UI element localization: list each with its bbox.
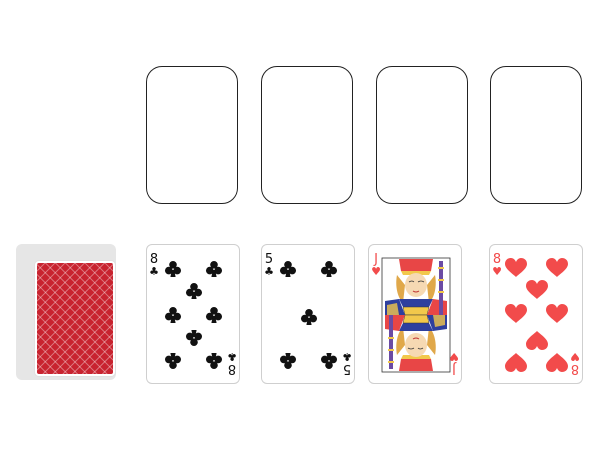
stock-top-card[interactable] bbox=[35, 261, 115, 376]
card-corner-bottom: 8 ♣ bbox=[227, 350, 237, 376]
card-rank: J bbox=[452, 361, 456, 376]
card-rank: 8 bbox=[227, 361, 237, 376]
heart-icon: ♥ bbox=[449, 350, 459, 363]
tableau-card-4[interactable]: 8 ♥ 8 ♥ bbox=[489, 244, 583, 384]
tableau-card-2[interactable]: 5 ♣ 5 ♣ bbox=[261, 244, 355, 384]
card-corner-bottom: 5 ♣ bbox=[342, 350, 352, 376]
card-rank: 5 bbox=[342, 361, 352, 376]
tableau-card-3[interactable]: J ♥ J ♥ bbox=[368, 244, 462, 384]
foundation-slot-4[interactable] bbox=[490, 66, 582, 204]
heart-icon: ♥ bbox=[570, 350, 580, 363]
foundation-slot-1[interactable] bbox=[146, 66, 238, 204]
card-rank: 8 bbox=[570, 361, 580, 376]
club-icon: ♣ bbox=[342, 350, 352, 363]
foundation-slot-2[interactable] bbox=[261, 66, 353, 204]
card-back-pattern bbox=[37, 263, 113, 374]
tableau-card-1[interactable]: 8 ♣ 8 ♣ bbox=[146, 244, 240, 384]
card-corner-bottom: 8 ♥ bbox=[570, 350, 580, 376]
club-icon: ♣ bbox=[227, 350, 237, 363]
foundation-slot-3[interactable] bbox=[376, 66, 468, 204]
card-corner-bottom: J ♥ bbox=[449, 350, 459, 376]
